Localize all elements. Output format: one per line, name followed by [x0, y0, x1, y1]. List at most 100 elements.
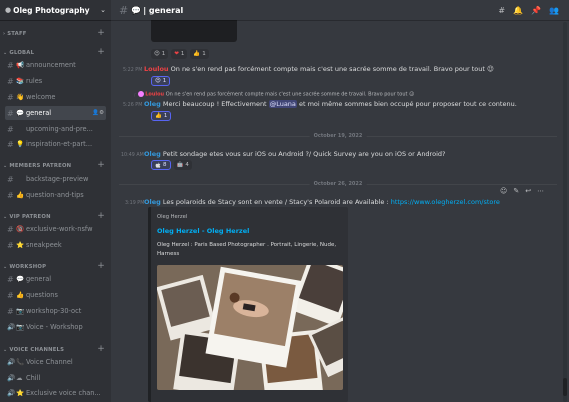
- channel-rules[interactable]: # 📚 rules: [5, 74, 106, 88]
- add-channel-icon[interactable]: +: [97, 345, 105, 354]
- date-divider: October 19, 2022: [119, 133, 557, 139]
- reaction-pill[interactable]: 👍 1: [190, 49, 209, 59]
- channel-emoji: ☁: [16, 374, 23, 382]
- server-header[interactable]: ● Oleg Photography ⌄: [0, 0, 111, 20]
- message-author[interactable]: Oleg: [144, 198, 161, 206]
- add-channel-icon[interactable]: +: [97, 262, 105, 271]
- channel-settings-icon[interactable]: 👤⚙: [92, 110, 106, 116]
- add-channel-icon[interactable]: +: [97, 29, 105, 38]
- channel-announcement[interactable]: # 📢 announcement: [5, 58, 106, 72]
- reaction-pill-android[interactable]: 🤖 4: [173, 160, 192, 170]
- voice-channel-exclusive[interactable]: 🔊 ⭐ Exclusive voice chan...: [5, 386, 106, 400]
- chat-scrollbar[interactable]: [563, 22, 567, 402]
- channel-label: inspiration-et-part...: [26, 140, 93, 148]
- embed-provider[interactable]: Oleg Herzel: [157, 214, 187, 220]
- store-link[interactable]: https://www.olegherzel.com/store: [391, 198, 500, 206]
- reaction-pill-ios[interactable]: 8: [151, 160, 171, 170]
- reaction-pill[interactable]: 😍 1: [151, 49, 169, 59]
- channel-emoji: ⭐: [16, 241, 25, 249]
- category-label: VOICE CHANNELS: [9, 346, 65, 353]
- channel-backstage-preview[interactable]: # backstage-preview: [5, 172, 106, 186]
- server-name: Oleg Photography: [13, 5, 90, 15]
- message-text: et moi même sommes bien occupé pour prop…: [296, 100, 517, 108]
- channel-title: | general: [143, 5, 184, 15]
- reaction-count: 8: [163, 162, 167, 168]
- reaction-count: 1: [180, 51, 185, 57]
- reply-text: On ne s'en rend pas forcément compte mai…: [165, 91, 415, 98]
- message-hover-actions: ☺ ✎ ↩ ⋯: [500, 187, 544, 195]
- category-members-patreon[interactable]: ⌄ MEMBERS PATREON +: [3, 161, 105, 170]
- channel-label: exclusive-work-nsfw: [26, 225, 93, 233]
- channel-exclusive-work-nsfw[interactable]: # 🔞 exclusive-work-nsfw: [5, 222, 106, 236]
- reply-preview[interactable]: ┌ Loulou On ne s'en rend pas forcément c…: [133, 91, 414, 98]
- message-author[interactable]: Loulou: [144, 65, 169, 73]
- channel-sneakpeek[interactable]: # ⭐ sneakpeek: [5, 238, 106, 252]
- message: Oleg Les polaroids de Stacy sont en vent…: [144, 198, 500, 206]
- bell-icon[interactable]: 🔔: [513, 6, 523, 15]
- channel-emoji: 💬: [131, 5, 142, 15]
- category-label: VIP PATREON: [9, 213, 51, 220]
- add-channel-icon[interactable]: +: [97, 212, 105, 221]
- category-voice-channels[interactable]: ⌄ VOICE CHANNELS +: [3, 345, 105, 354]
- members-icon[interactable]: 👥: [549, 6, 559, 15]
- reply-icon[interactable]: ↩: [525, 187, 531, 195]
- threads-icon[interactable]: #: [498, 6, 505, 15]
- chat-area: 😍 1 ❤ 1 👍 1 5:22 PM Loulou On ne s'en rend …: [111, 0, 569, 402]
- edit-icon[interactable]: ✎: [513, 187, 519, 195]
- chevron-down-icon: ⌄: [3, 162, 8, 169]
- category-global[interactable]: ⌄ GLOBAL +: [3, 48, 105, 57]
- user-mention[interactable]: @Luana: [268, 100, 297, 108]
- channel-workshop-general[interactable]: # 💬 general: [5, 272, 106, 286]
- voice-channel-workshop[interactable]: 🔊 📷 Voice - Workshop: [5, 320, 106, 334]
- reaction-count: 1: [161, 51, 166, 57]
- reaction-pill[interactable]: 👍 1: [151, 111, 172, 121]
- channel-label: Exclusive voice chan...: [26, 389, 101, 397]
- channel-upcoming[interactable]: # upcoming-and-pre...: [5, 122, 106, 136]
- chat-scrollbar-thumb[interactable]: [563, 378, 567, 396]
- channel-general-active[interactable]: # 💬 general 👤⚙: [5, 106, 106, 120]
- category-label: GLOBAL: [9, 49, 35, 56]
- category-workshop[interactable]: ⌄ WORKSHOP +: [3, 262, 105, 271]
- reaction-pill[interactable]: ❤ 1: [171, 49, 188, 59]
- hashtag-icon: #: [7, 240, 14, 250]
- channel-emoji: 👍: [16, 291, 25, 299]
- category-vip-patreon[interactable]: ⌄ VIP PATREON +: [3, 212, 105, 221]
- channel-emoji: 📢: [16, 61, 25, 69]
- discord-window: 😍 1 ❤ 1 👍 1 5:22 PM Loulou On ne s'en rend …: [0, 0, 569, 402]
- channel-question-and-tips[interactable]: # 👍 question-and-tips: [5, 188, 106, 202]
- reaction-emoji: 😍: [154, 51, 160, 57]
- channel-emoji: 📷: [16, 307, 25, 315]
- polaroid-photos-image[interactable]: [157, 265, 343, 390]
- speaker-icon: 🔊: [7, 323, 16, 331]
- message-reactions: 😍 1: [151, 76, 171, 86]
- voice-channel-main[interactable]: 🔊 📞 Voice Channel: [5, 355, 106, 369]
- channel-inspiration[interactable]: # 💡 inspiration-et-part...: [5, 137, 106, 151]
- channel-workshop-30-oct[interactable]: # 📷 workshop-30-oct: [5, 304, 106, 318]
- hashtag-icon: #: [119, 3, 129, 17]
- pin-icon[interactable]: 📌: [531, 6, 541, 15]
- message-author[interactable]: Oleg: [144, 100, 161, 108]
- channel-welcome[interactable]: # 👋 welcome: [5, 90, 106, 104]
- channel-label: Voice Channel: [26, 358, 73, 366]
- channel-label: questions: [26, 291, 58, 299]
- chevron-down-icon: ⌄: [3, 263, 8, 270]
- hashtag-icon: #: [7, 92, 14, 102]
- reaction-emoji: 😍: [155, 78, 161, 84]
- reaction-pill[interactable]: 😍 1: [151, 76, 171, 86]
- channel-label: welcome: [26, 93, 56, 101]
- channel-questions[interactable]: # 👍 questions: [5, 288, 106, 302]
- message-text: Les polaroids de Stacy sont en vente / S…: [162, 198, 391, 206]
- message: Oleg Petit sondage etes vous sur iOS ou …: [144, 150, 445, 158]
- date-divider: October 26, 2022: [119, 181, 557, 187]
- category-staff[interactable]: › STAFF +: [3, 29, 105, 38]
- message-timestamp: 5:22 PM: [123, 68, 143, 73]
- date-divider-label: October 26, 2022: [309, 181, 367, 187]
- message-author[interactable]: Oleg: [144, 150, 161, 158]
- embed-title[interactable]: Oleg Herzel - Oleg Herzel: [157, 227, 249, 235]
- add-reaction-icon[interactable]: ☺: [500, 187, 507, 195]
- add-channel-icon[interactable]: +: [97, 48, 105, 57]
- more-icon[interactable]: ⋯: [537, 187, 544, 195]
- voice-channel-chill[interactable]: 🔊 ☁ Chill: [5, 371, 106, 385]
- message-text: Merci beaucoup ! Effectivement: [162, 100, 269, 108]
- add-channel-icon[interactable]: +: [97, 161, 105, 170]
